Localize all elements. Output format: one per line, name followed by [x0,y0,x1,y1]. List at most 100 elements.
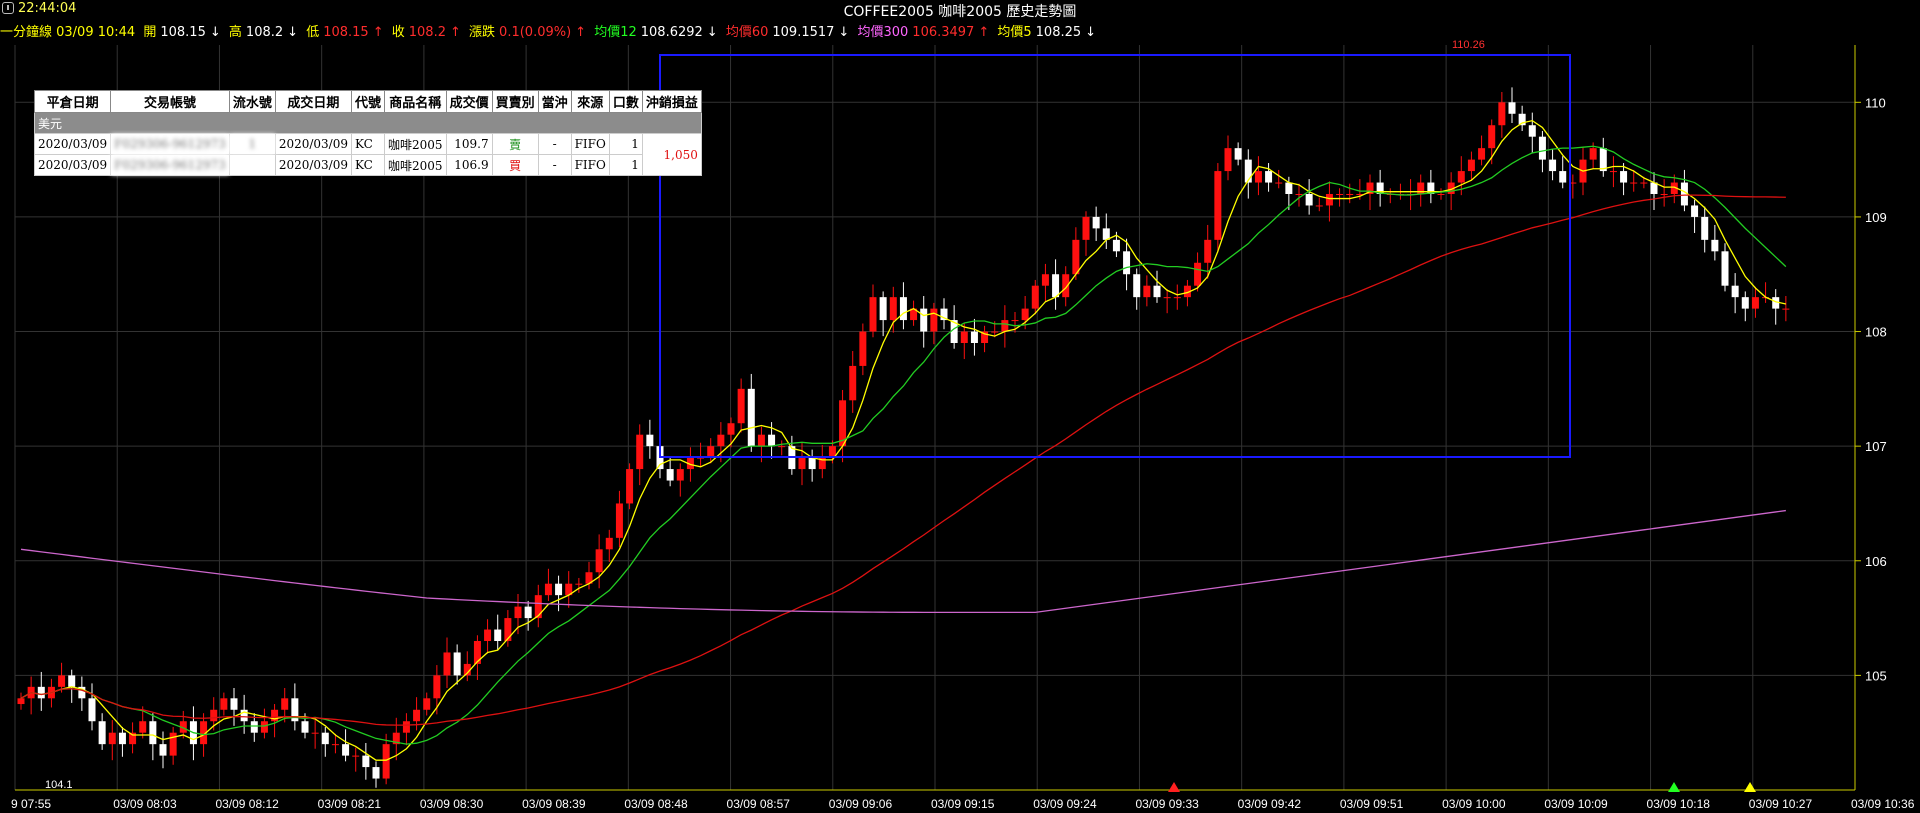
candle [1498,102,1506,126]
column-header[interactable]: 成交價 [445,90,493,113]
candle [1244,159,1252,183]
candle [1559,171,1567,183]
x-tick-label: 03/09 08:48 [624,797,688,811]
candle [1741,297,1749,309]
candle [1701,216,1709,240]
candle [869,297,877,332]
candle [707,446,715,458]
candle [1751,297,1759,309]
product-name: 咖啡2005 [384,133,447,155]
candle [626,469,634,504]
account: F029306-9612973 [110,154,230,176]
candle [727,423,735,435]
candle [859,331,867,366]
candle [1640,182,1648,184]
candle [1031,285,1039,309]
candle [1143,285,1151,298]
candle [615,503,623,538]
candle [382,744,390,779]
column-header[interactable]: 交易帳號 [110,90,230,113]
candle [544,583,552,596]
code: KC [350,133,386,155]
y-tick-label: 105 [1865,668,1887,683]
candle [595,549,603,573]
candle [1163,297,1171,299]
candle [1082,216,1090,240]
candle [676,469,684,481]
candle [1123,251,1131,275]
candle [1072,239,1080,275]
x-tick-label: 03/09 08:21 [318,797,382,811]
column-header[interactable]: 當沖 [537,90,572,113]
table-row[interactable]: 2020/03/09 F029306-9612973 1 2020/03/09 … [33,133,702,176]
candle [991,331,999,333]
currency-group-row: 美元 [34,112,702,134]
side: 賣 [491,133,539,155]
column-header[interactable]: 代號 [350,90,386,113]
column-header[interactable]: 平倉日期 [33,90,112,113]
source: FIFO [570,133,610,155]
candle [1001,320,1009,332]
candle [1336,194,1344,195]
column-header[interactable]: 流水號 [228,90,276,113]
candle [1457,171,1465,183]
pnl: 1,050 [641,133,702,176]
candle [321,732,329,745]
column-header[interactable]: 來源 [570,90,610,113]
candle [1528,125,1536,137]
candle [311,732,319,734]
ma300-line [20,509,1786,613]
candle [798,457,806,470]
candle [899,297,907,321]
candle [1315,205,1323,207]
column-header[interactable]: 成交日期 [274,90,353,113]
candle [1305,194,1313,206]
candle [433,675,441,699]
candle [352,755,360,757]
candle [514,606,522,619]
x-tick-label: 03/09 09:15 [931,797,995,811]
candle [331,744,339,746]
x-tick-label: 03/09 08:30 [420,797,484,811]
y-tick-label: 108 [1865,325,1887,340]
candle [1620,171,1628,183]
price: 106.9 [445,154,493,176]
trade-table-header: 平倉日期 交易帳號 流水號 成交日期 代號 商品名稱 成交價 買賣別 當沖 來源 口數 沖銷損益 [33,90,702,113]
candle [1660,194,1668,195]
serial: 1 [228,133,276,155]
product-name: 咖啡2005 [384,154,447,176]
candle [402,721,410,733]
candle [1508,102,1516,114]
x-tick-label: 03/09 10:36 [1851,797,1915,811]
column-header[interactable]: 口數 [608,90,643,113]
x-tick-label: 03/09 08:03 [113,797,177,811]
qty: 1 [608,133,643,155]
ma12-line [20,145,1787,745]
candle [210,709,218,722]
candle [473,641,481,664]
candle [849,365,857,401]
candle [1254,171,1262,183]
selection-box [659,54,1571,458]
column-header[interactable]: 商品名稱 [384,90,447,113]
table-row[interactable]: 2020/03/09 F029306-9612973 2020/03/09 KC… [33,154,702,176]
candle [1173,297,1181,299]
column-header[interactable]: 沖銷損益 [641,90,702,113]
candle [757,434,765,447]
candle [1052,274,1060,298]
candle [879,297,887,321]
candle [524,606,532,619]
candle [220,698,228,710]
x-tick-label: 03/09 09:33 [1135,797,1199,811]
x-tick-label: 03/09 09:24 [1033,797,1097,811]
candle [778,446,786,448]
column-header[interactable]: 買賣別 [491,90,539,113]
candle [1204,239,1212,263]
candle [504,618,512,641]
candle [1437,194,1445,195]
candle [362,755,370,768]
candle [1133,274,1141,298]
x-tick-label: 03/09 08:57 [727,797,791,811]
candle [250,721,258,733]
candle [1488,125,1496,149]
